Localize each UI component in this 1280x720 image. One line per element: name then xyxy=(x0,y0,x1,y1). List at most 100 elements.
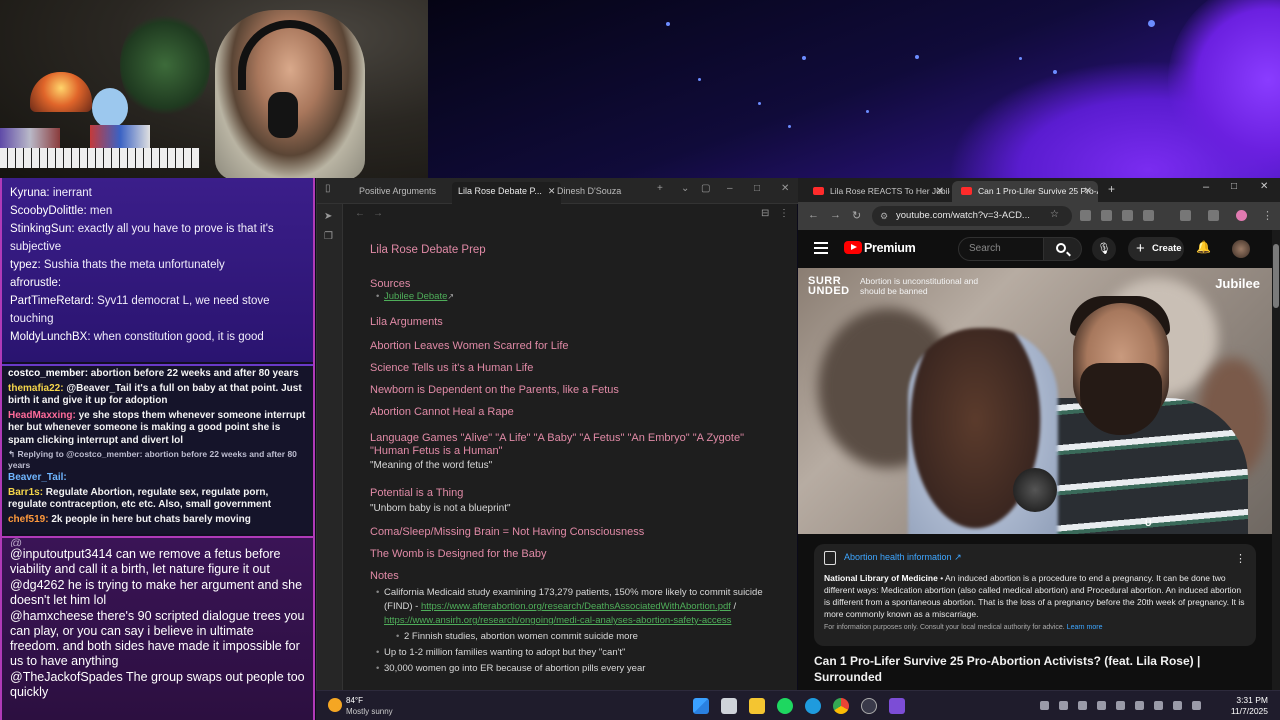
volume-icon[interactable] xyxy=(1192,701,1201,710)
youtube-logo-icon[interactable] xyxy=(844,241,862,254)
youtube-premium-label[interactable]: Premium xyxy=(864,241,916,255)
profile-avatar[interactable] xyxy=(1236,210,1247,221)
chat-message: themafia22: @Beaver_Tail it's a full on … xyxy=(8,382,302,407)
wallpaper xyxy=(428,0,1280,178)
notes-nav-bar: ← → ⊟ ⋮ xyxy=(347,208,789,224)
list-item: 30,000 women go into ER because of abort… xyxy=(370,662,770,676)
edge-icon[interactable] xyxy=(805,698,821,714)
close-icon[interactable]: ✕ xyxy=(781,183,789,194)
info-panel-body: National Library of Medicine • An induce… xyxy=(824,573,1245,619)
tray-icon[interactable] xyxy=(1116,701,1125,710)
document-icon xyxy=(824,551,836,565)
weather-widget[interactable]: 84°F Mostly sunny xyxy=(328,696,428,718)
search-button[interactable] xyxy=(1044,237,1082,261)
forward-arrow-icon[interactable]: → xyxy=(373,208,383,219)
youtube-header: Premium Search 🎙 Create 🔔 xyxy=(798,230,1272,268)
note-content: Lila Rose Debate Prep Sources Jubilee De… xyxy=(370,244,770,676)
tray-icon[interactable] xyxy=(1135,701,1144,710)
voice-search-icon[interactable]: 🎙 xyxy=(1092,237,1116,261)
tray-icon[interactable] xyxy=(1154,701,1163,710)
send-icon[interactable]: ➤ xyxy=(324,212,336,222)
wifi-icon[interactable] xyxy=(1173,701,1182,710)
site-info-icon[interactable]: ⚙ xyxy=(880,206,888,226)
clock-date: 11/7/2025 xyxy=(1230,706,1268,716)
maximize-icon[interactable]: □ xyxy=(754,183,760,194)
notes-app-window: ▯ Positive Arguments Lila Rose Debate P.… xyxy=(316,178,798,690)
extension-icon[interactable] xyxy=(1080,210,1091,221)
new-tab-icon[interactable]: + xyxy=(1108,182,1115,196)
obs-icon[interactable] xyxy=(861,698,877,714)
more-options-icon[interactable]: ⋮ xyxy=(1235,552,1246,565)
copy-icon[interactable]: ❐ xyxy=(324,232,336,242)
reference-link[interactable]: https://www.afterabortion.org/research/D… xyxy=(421,601,731,612)
hamburger-menu-icon[interactable] xyxy=(814,242,828,254)
sources-heading: Sources xyxy=(370,278,411,290)
chevron-down-icon[interactable]: ⌄ xyxy=(681,183,689,194)
account-avatar[interactable] xyxy=(1232,240,1250,258)
extension-icon[interactable] xyxy=(1101,210,1112,221)
start-menu-icon[interactable] xyxy=(693,698,709,714)
tab-dinesh-dsouza[interactable]: Dinesh D'Souza xyxy=(551,182,627,204)
notes-tab-bar: ▯ Positive Arguments Lila Rose Debate P.… xyxy=(317,178,798,204)
argument-heading: Potential is a Thing xyxy=(370,487,464,499)
star-icon[interactable]: ☆ xyxy=(1050,209,1059,220)
extensions-puzzle-icon[interactable] xyxy=(1143,210,1154,221)
reading-view-icon[interactable]: ⊟ xyxy=(761,208,769,219)
chat-message: typez: Sushia thats the meta unfortunate… xyxy=(10,259,225,271)
tray-icon[interactable] xyxy=(1097,701,1106,710)
source-link[interactable]: Jubilee Debate xyxy=(384,291,447,302)
scrollbar[interactable] xyxy=(1272,230,1280,690)
cast-icon[interactable] xyxy=(1180,210,1191,221)
video-player[interactable]: SURR UNDED Abortion is unconstitutional a… xyxy=(798,268,1272,534)
reload-icon[interactable]: ↻ xyxy=(852,209,861,222)
reply-indicator: ↰ Replying to @costco_member: abortion b… xyxy=(8,449,297,470)
chrome-icon[interactable] xyxy=(833,698,849,714)
task-view-icon[interactable] xyxy=(721,698,737,714)
obsidian-icon[interactable] xyxy=(889,698,905,714)
youtube-favicon-icon xyxy=(813,187,824,195)
browser-window: Lila Rose REACTS To Her Jubilee ✕ Can 1 P… xyxy=(798,178,1280,690)
minimize-icon[interactable]: – xyxy=(1203,181,1209,193)
list-item: Jubilee Debate↗ xyxy=(370,290,770,304)
maximize-icon[interactable]: □ xyxy=(1231,181,1237,192)
tab-lila-rose-debate-prep[interactable]: Lila Rose Debate P... ✕ xyxy=(452,182,562,204)
tab-positive-arguments[interactable]: Positive Arguments xyxy=(353,182,442,204)
menu-kebab-icon[interactable]: ⋮ xyxy=(1262,209,1273,222)
extension-icon[interactable] xyxy=(1122,210,1133,221)
tray-icon[interactable] xyxy=(1059,701,1068,710)
youtube-favicon-icon xyxy=(961,187,972,195)
chat-message: chef519: 2k people in here but chats bar… xyxy=(8,513,251,525)
browser-tab[interactable]: Lila Rose REACTS To Her Jubilee ✕ xyxy=(804,181,950,202)
search-input[interactable]: Search xyxy=(958,237,1044,261)
close-tab-icon[interactable]: ✕ xyxy=(936,181,944,202)
close-tab-icon[interactable]: ✕ xyxy=(1084,181,1092,202)
browser-tab-active[interactable]: Can 1 Pro-Lifer Survive 25 Pro-A ✕ xyxy=(952,181,1098,202)
file-explorer-icon[interactable] xyxy=(749,698,765,714)
back-arrow-icon[interactable]: ← xyxy=(808,209,819,221)
spotify-icon[interactable] xyxy=(777,698,793,714)
notifications-bell-icon[interactable]: 🔔 xyxy=(1196,240,1211,254)
reference-link[interactable]: https://www.ansirh.org/research/ongoing/… xyxy=(384,615,731,626)
tab-search-icon[interactable] xyxy=(1208,210,1219,221)
back-arrow-icon[interactable]: ← xyxy=(355,208,365,219)
tray-icon[interactable] xyxy=(1078,701,1087,710)
forward-arrow-icon[interactable]: → xyxy=(830,209,841,221)
list-item: Up to 1-2 million families wanting to ad… xyxy=(370,646,770,660)
sidebar-toggle-icon[interactable]: ▯ xyxy=(325,183,331,194)
list-item: 2 Finnish studies, abortion women commit… xyxy=(370,630,770,644)
tray-icon[interactable] xyxy=(1040,701,1049,710)
learn-more-link[interactable]: Learn more xyxy=(1067,624,1103,631)
close-icon[interactable]: ✕ xyxy=(1260,181,1268,192)
system-clock[interactable]: 3:31 PM 11/7/2025 xyxy=(1231,695,1268,717)
info-panel-heading[interactable]: Abortion health information ↗ xyxy=(824,551,1246,568)
new-tab-icon[interactable]: + xyxy=(657,183,663,194)
argument-heading: Abortion Leaves Women Scarred for Life xyxy=(370,340,569,352)
minimize-icon[interactable]: – xyxy=(727,183,733,194)
more-options-icon[interactable]: ⋮ xyxy=(779,208,789,219)
create-button[interactable]: Create xyxy=(1128,237,1184,261)
notes-ribbon: ➤ ❐ xyxy=(317,204,343,690)
chat-message: Kyruna: inerrant xyxy=(10,187,92,199)
layout-icon[interactable]: ▢ xyxy=(701,183,710,194)
chat-message: MoldyLunchBX: when constitution good, it… xyxy=(10,331,264,343)
address-bar[interactable]: ⚙ youtube.com/watch?v=3-ACD... xyxy=(872,206,1072,226)
